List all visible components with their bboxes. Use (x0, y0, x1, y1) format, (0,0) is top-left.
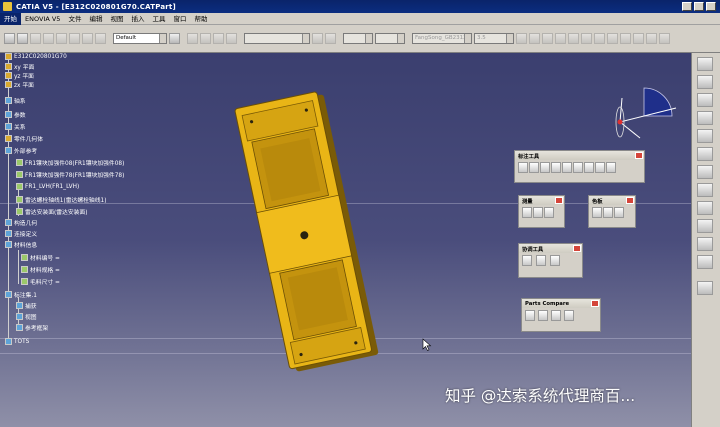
capture-icon[interactable] (595, 162, 605, 173)
close-icon[interactable] (573, 245, 581, 252)
boolean-icon[interactable] (697, 237, 713, 251)
roughness-icon[interactable] (551, 162, 561, 173)
parts-compare-panel: Parts Compare (521, 298, 601, 332)
measure-item-icon[interactable] (533, 207, 543, 218)
color-panel: 色板 (588, 195, 636, 228)
check-icon[interactable] (522, 255, 532, 266)
panel-buttons (522, 308, 600, 323)
annotation-tools-panel: 标注工具 (514, 150, 645, 183)
measure-icon[interactable] (697, 255, 713, 269)
save-disk-icon[interactable] (564, 310, 574, 321)
panel-buttons (519, 253, 582, 268)
catia-window: CATIA V5 - [E312C020801G70.CATPart] 开始 E… (0, 0, 720, 427)
panel-header: 色板 (589, 196, 635, 205)
measure-panel: 测量 (518, 195, 565, 228)
watermark: 知乎 @达索系统代理商百... (445, 387, 636, 405)
sync-icon[interactable] (536, 255, 546, 266)
palette-icon[interactable] (614, 207, 624, 218)
mouse-cursor-icon (422, 338, 432, 351)
compass-widget[interactable] (610, 80, 690, 150)
mirror-icon[interactable] (697, 201, 713, 215)
panel-title: 色板 (592, 198, 603, 205)
text-annotation-icon[interactable] (518, 162, 528, 173)
compass-axis-z (619, 97, 623, 123)
color-picker-icon[interactable] (592, 207, 602, 218)
compass-quadrant (643, 87, 673, 117)
apply-material-icon[interactable] (697, 281, 713, 295)
flag-note-icon[interactable] (529, 162, 539, 173)
open-folder-icon[interactable] (525, 310, 535, 321)
face-color-icon[interactable] (603, 207, 613, 218)
panel-header: 标注工具 (515, 151, 644, 160)
panel-header: 测量 (519, 196, 564, 205)
panel-buttons (589, 205, 635, 220)
shell-icon[interactable] (697, 165, 713, 179)
assist-tools-panel: 协调工具 (518, 243, 583, 278)
measure-between-icon[interactable] (522, 207, 532, 218)
panel-title: 测量 (522, 198, 533, 205)
panel-buttons (519, 205, 564, 220)
sketch-icon[interactable] (697, 57, 713, 71)
compare-result-icon[interactable] (551, 310, 561, 321)
fillet-icon[interactable] (697, 111, 713, 125)
close-icon[interactable] (635, 152, 643, 159)
panel-header: 协调工具 (519, 244, 582, 253)
compare-icon[interactable] (538, 310, 548, 321)
pocket-icon[interactable] (697, 93, 713, 107)
panel-title: 标注工具 (518, 153, 540, 160)
draft-icon[interactable] (697, 147, 713, 161)
close-icon[interactable] (591, 300, 599, 307)
tolerance-icon[interactable] (584, 162, 594, 173)
chamfer-icon[interactable] (697, 129, 713, 143)
hole-icon[interactable] (697, 183, 713, 197)
dimension-icon[interactable] (573, 162, 583, 173)
close-icon[interactable] (626, 197, 634, 204)
pad-icon[interactable] (697, 75, 713, 89)
panel-title: 协调工具 (522, 246, 544, 253)
panel-header: Parts Compare (522, 299, 600, 308)
weld-icon[interactable] (562, 162, 572, 173)
panel-title: Parts Compare (525, 300, 570, 307)
close-icon[interactable] (555, 197, 563, 204)
pattern-icon[interactable] (697, 219, 713, 233)
link-icon[interactable] (550, 255, 560, 266)
view-icon[interactable] (606, 162, 616, 173)
right-toolbar (691, 53, 720, 427)
compass-handle (617, 119, 623, 125)
datum-icon[interactable] (540, 162, 550, 173)
measure-inertia-icon[interactable] (544, 207, 554, 218)
panel-buttons (515, 160, 644, 175)
